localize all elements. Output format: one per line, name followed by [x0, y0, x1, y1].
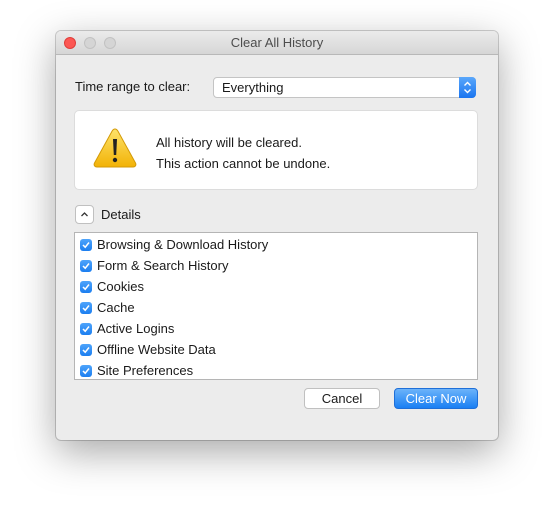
history-items-list: Browsing & Download History Form & Searc…	[74, 232, 478, 380]
checkbox-form-search-history[interactable]	[80, 260, 92, 272]
cancel-button[interactable]: Cancel	[304, 388, 380, 409]
time-range-value: Everything	[222, 80, 284, 95]
clear-now-button[interactable]: Clear Now	[394, 388, 478, 409]
clear-history-dialog: Clear All History Time range to clear: E…	[56, 31, 498, 440]
checkbox-cache[interactable]	[80, 302, 92, 314]
details-toggle-button[interactable]	[75, 205, 94, 224]
warning-triangle-icon	[93, 128, 137, 168]
checkbox-offline-website-data[interactable]	[80, 344, 92, 356]
item-label: Browsing & Download History	[97, 237, 269, 252]
warning-message: All history will be cleared. This action…	[156, 132, 330, 174]
checkbox-active-logins[interactable]	[80, 323, 92, 335]
chevron-up-icon	[81, 212, 88, 217]
warning-line-1: All history will be cleared.	[156, 135, 302, 150]
item-label: Active Logins	[97, 321, 175, 336]
updown-chevron-icon	[459, 77, 476, 98]
title-bar: Clear All History	[56, 31, 498, 55]
time-range-select[interactable]: Everything	[213, 77, 476, 98]
warning-line-2: This action cannot be undone.	[156, 156, 331, 171]
item-label: Cache	[97, 300, 135, 315]
item-label: Cookies	[97, 279, 144, 294]
checkbox-site-preferences[interactable]	[80, 365, 92, 377]
item-label: Site Preferences	[97, 363, 194, 378]
checkbox-cookies[interactable]	[80, 281, 92, 293]
details-label: Details	[101, 207, 141, 222]
window-title: Clear All History	[230, 35, 324, 50]
warning-panel: All history will be cleared. This action…	[74, 110, 478, 190]
item-label: Form & Search History	[97, 258, 229, 273]
item-label: Offline Website Data	[97, 342, 216, 357]
time-range-label: Time range to clear:	[75, 79, 191, 94]
checkbox-browsing-download-history[interactable]	[80, 239, 92, 251]
